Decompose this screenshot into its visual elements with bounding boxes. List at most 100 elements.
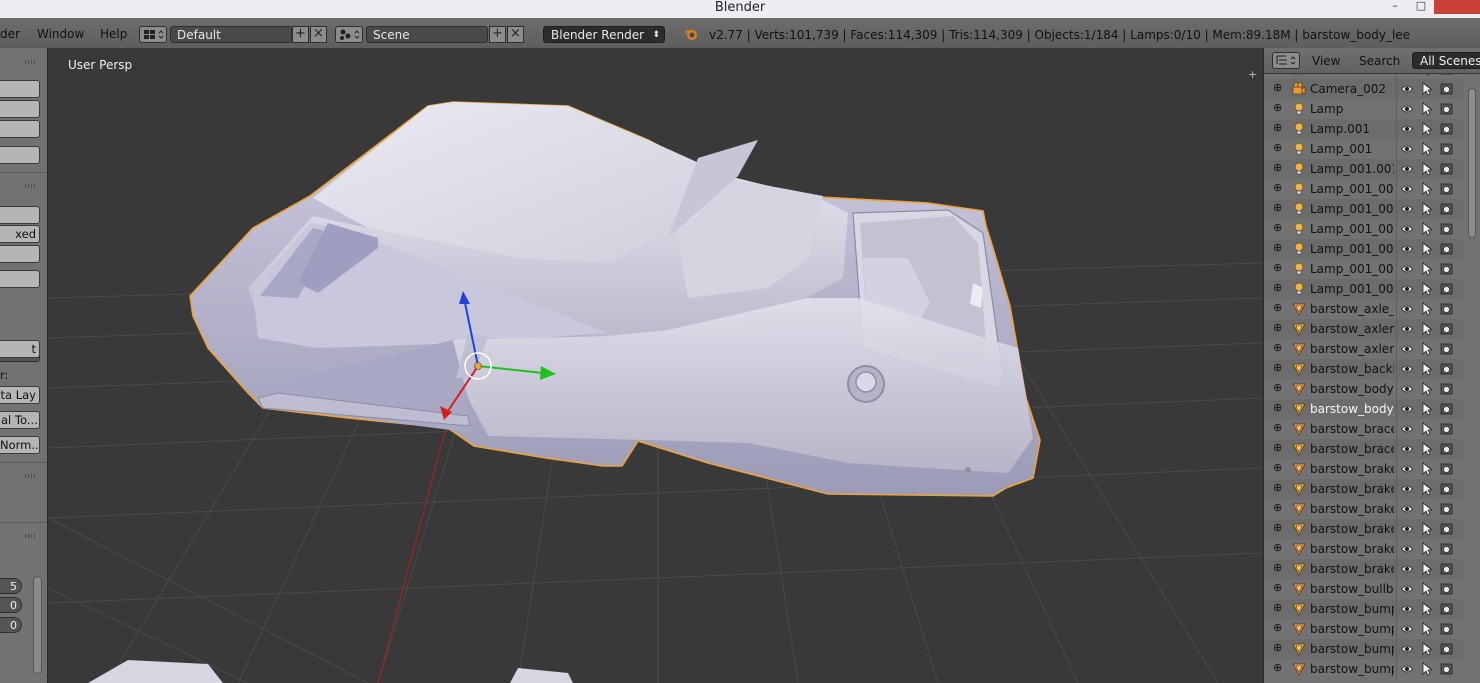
outliner-item-name[interactable]: barstow_brake xyxy=(1310,482,1394,496)
editor-type-selector[interactable] xyxy=(1272,52,1300,69)
tool-button-t[interactable]: t xyxy=(0,340,40,358)
expand-icon[interactable]: ⊕ xyxy=(1273,222,1282,233)
render-icon[interactable] xyxy=(1440,283,1453,295)
outliner-row[interactable]: ⊕ Lamp_001_001 xyxy=(1264,179,1464,199)
outliner-item-name[interactable]: barstow_bump xyxy=(1310,642,1394,656)
outliner-item-name[interactable]: barstow_body_ xyxy=(1310,402,1394,416)
eye-icon[interactable] xyxy=(1400,103,1414,115)
render-icon[interactable] xyxy=(1440,183,1453,195)
cursor-icon[interactable] xyxy=(1421,422,1434,436)
panel-grip[interactable] xyxy=(25,534,36,538)
expand-icon[interactable]: ⊕ xyxy=(1273,142,1282,153)
viewport-expand-button[interactable]: + xyxy=(1248,69,1258,80)
tool-button-5[interactable] xyxy=(0,206,40,224)
render-icon[interactable] xyxy=(1440,343,1453,355)
mesh-object-part[interactable] xyxy=(88,660,223,683)
render-icon[interactable] xyxy=(1440,543,1453,555)
expand-icon[interactable]: ⊕ xyxy=(1273,362,1282,373)
outliner-item-name[interactable]: Lamp_001_001 xyxy=(1310,262,1394,276)
eye-icon[interactable] xyxy=(1400,583,1414,595)
render-icon[interactable] xyxy=(1440,623,1453,635)
expand-icon[interactable]: ⊕ xyxy=(1273,642,1282,653)
minimize-button[interactable]: – xyxy=(1382,0,1408,14)
outliner-row[interactable]: ⊕ Lamp_001_001 xyxy=(1264,199,1464,219)
outliner-item-name[interactable]: barstow_bump xyxy=(1310,622,1394,636)
tool-button-baked[interactable]: xed xyxy=(0,225,40,243)
render-icon[interactable] xyxy=(1440,363,1453,375)
outliner-row[interactable]: ⊕ barstow_bump xyxy=(1264,599,1464,619)
outliner-row[interactable]: ⊕ barstow_bump xyxy=(1264,639,1464,659)
eye-icon[interactable] xyxy=(1400,443,1414,455)
expand-icon[interactable]: ⊕ xyxy=(1273,162,1282,173)
cursor-icon[interactable] xyxy=(1421,642,1434,656)
cursor-icon[interactable] xyxy=(1421,442,1434,456)
expand-icon[interactable]: ⊕ xyxy=(1273,342,1282,353)
outliner-item-name[interactable]: barstow_brake xyxy=(1310,462,1394,476)
outliner-row[interactable]: ⊕ barstow_backli xyxy=(1264,359,1464,379)
eye-icon[interactable] xyxy=(1400,223,1414,235)
cursor-icon[interactable] xyxy=(1421,74,1433,76)
outliner-row[interactable]: ⊕ barstow_body xyxy=(1264,379,1464,399)
eye-icon[interactable] xyxy=(1400,423,1414,435)
outliner-item-name[interactable]: barstow_backli xyxy=(1310,362,1394,376)
outliner-row[interactable]: ⊕ Lamp.001 xyxy=(1264,119,1464,139)
outliner-item-name[interactable]: barstow_bullba xyxy=(1310,582,1394,596)
eye-icon[interactable] xyxy=(1400,163,1414,175)
outliner-search-menu[interactable]: Search xyxy=(1359,54,1400,68)
tool-button-7[interactable] xyxy=(0,270,40,288)
expand-icon[interactable]: ⊕ xyxy=(1273,502,1282,513)
outliner-row[interactable]: ⊕ barstow_axle_R xyxy=(1264,299,1464,319)
cursor-icon[interactable] xyxy=(1421,102,1434,116)
outliner-item-name[interactable]: barstow_brake xyxy=(1310,522,1394,536)
render-icon[interactable] xyxy=(1440,203,1453,215)
cursor-icon[interactable] xyxy=(1421,542,1434,556)
outliner-scrollbar[interactable] xyxy=(1468,88,1476,238)
eye-icon[interactable] xyxy=(1400,243,1414,255)
outliner-item-name[interactable]: Lamp_001_001 xyxy=(1310,222,1394,236)
tool-button-4[interactable] xyxy=(0,146,40,164)
expand-icon[interactable]: ⊕ xyxy=(1273,202,1282,213)
eye-icon[interactable] xyxy=(1400,363,1414,375)
number-field-3[interactable]: 0 xyxy=(0,617,22,633)
add-scene-button[interactable]: + xyxy=(489,26,506,43)
outliner-item-name[interactable]: Lamp_001_001 xyxy=(1310,202,1394,216)
number-field-1[interactable]: 5 xyxy=(0,578,22,594)
expand-icon[interactable]: ⊕ xyxy=(1273,442,1282,453)
render-icon[interactable] xyxy=(1440,583,1453,595)
tool-button-3[interactable] xyxy=(0,120,40,138)
render-icon[interactable] xyxy=(1440,123,1453,135)
eye-icon[interactable] xyxy=(1400,603,1414,615)
outliner-row[interactable]: ⊕ barstow_axlem xyxy=(1264,339,1464,359)
eye-icon[interactable] xyxy=(1400,663,1414,675)
eye-icon[interactable] xyxy=(1400,263,1414,275)
render-icon[interactable] xyxy=(1440,603,1453,615)
panel-grip[interactable] xyxy=(25,474,36,478)
outliner-row[interactable]: ⊕ barstow_axlem xyxy=(1264,319,1464,339)
outliner-item-name[interactable]: barstow_axlem xyxy=(1310,322,1394,336)
outliner-row[interactable]: ⊕ barstow_brace xyxy=(1264,439,1464,459)
expand-icon[interactable]: ⊕ xyxy=(1273,242,1282,253)
cursor-icon[interactable] xyxy=(1421,362,1434,376)
outliner-item-name[interactable]: Lamp_001_001 xyxy=(1310,242,1394,256)
outliner-item-name[interactable]: barstow_bump xyxy=(1310,602,1394,616)
expand-icon[interactable]: ⊕ xyxy=(1273,122,1282,133)
render-icon[interactable] xyxy=(1440,563,1453,575)
display-mode-dropdown[interactable]: All Scenes xyxy=(1412,52,1480,69)
eye-icon[interactable] xyxy=(1400,383,1414,395)
render-icon[interactable] xyxy=(1440,243,1453,255)
render-icon[interactable] xyxy=(1440,163,1453,175)
outliner-row[interactable]: ⊕ barstow_bump xyxy=(1264,619,1464,639)
outliner-item-name[interactable]: barstow_body xyxy=(1310,382,1394,396)
outliner-row[interactable]: ⊕ barstow_brake xyxy=(1264,519,1464,539)
expand-icon[interactable]: ⊕ xyxy=(1273,102,1282,113)
outliner-item-name[interactable]: barstow_brake xyxy=(1310,562,1394,576)
cursor-icon[interactable] xyxy=(1421,182,1434,196)
outliner-item-name[interactable]: Lamp.001 xyxy=(1310,122,1394,136)
expand-icon[interactable]: ⊕ xyxy=(1273,82,1282,93)
cursor-icon[interactable] xyxy=(1421,562,1434,576)
cursor-icon[interactable] xyxy=(1421,662,1434,676)
cursor-icon[interactable] xyxy=(1421,382,1434,396)
cursor-icon[interactable] xyxy=(1421,142,1434,156)
outliner-item-name[interactable]: barstow_bump xyxy=(1310,662,1394,676)
outliner-item-name[interactable]: Lamp_001_001 xyxy=(1310,182,1394,196)
